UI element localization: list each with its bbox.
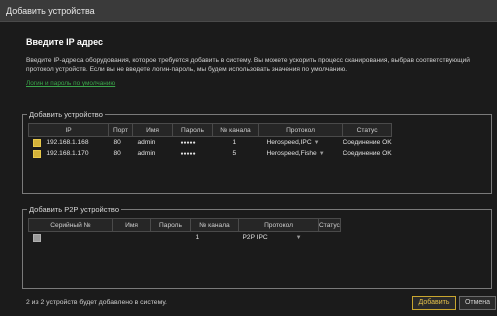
col-channel[interactable]: № канала — [190, 218, 239, 232]
col-name[interactable]: Имя — [112, 218, 151, 232]
col-protocol[interactable]: Протокол — [238, 218, 319, 232]
ip-device-table: IP Порт Имя Пароль № канала Протокол Ста… — [28, 123, 393, 159]
table-row[interactable]: 1 P2P IPC ▼ — [29, 232, 341, 244]
chevron-down-icon[interactable]: ▼ — [312, 140, 320, 146]
selection-summary: 2 из 2 устройств будет добавлено в систе… — [26, 299, 167, 306]
chevron-down-icon[interactable]: ▼ — [268, 235, 302, 241]
default-credentials-link[interactable]: Логин и пароль по умолчанию — [26, 80, 115, 87]
password-cell[interactable]: ●●●●● — [173, 148, 213, 159]
protocol-cell[interactable]: P2P IPC ▼ — [239, 232, 319, 244]
protocol-value: P2P IPC — [242, 234, 268, 241]
col-serial[interactable]: Серийный № — [28, 218, 113, 232]
col-status[interactable]: Статус — [318, 218, 341, 232]
status-cell: Соединение OK — [342, 139, 392, 146]
status-cell: Соединение OK — [342, 150, 392, 157]
col-protocol[interactable]: Протокол — [258, 123, 343, 137]
add-button[interactable]: Добавить — [412, 296, 456, 310]
p2p-device-table: Серийный № Имя Пароль № канала Протокол … — [28, 218, 341, 243]
chevron-down-icon[interactable]: ▼ — [317, 151, 325, 157]
ip-value: 192.168.1.170 — [46, 150, 89, 158]
channel-cell[interactable]: 1 — [191, 232, 239, 244]
protocol-cell[interactable]: Herospeed,Fishe ▼ — [259, 148, 343, 159]
add-device-group-title: Добавить устройство — [27, 109, 105, 120]
window-title: Добавить устройства — [0, 0, 497, 22]
row-checkbox[interactable] — [32, 233, 41, 242]
port-cell[interactable]: 80 — [109, 148, 133, 159]
add-p2p-group-title: Добавить P2P устройство — [27, 204, 121, 215]
col-password[interactable]: Пароль — [172, 123, 213, 137]
ip-value: 192.168.1.168 — [46, 139, 89, 147]
port-cell[interactable]: 80 — [109, 137, 133, 149]
ip-cell[interactable]: 192.168.1.168 — [29, 137, 109, 149]
add-p2p-device-group: Добавить P2P устройство Серийный № Имя П… — [22, 204, 492, 289]
page-heading: Введите IP адрес — [26, 37, 104, 47]
col-channel[interactable]: № канала — [212, 123, 259, 137]
name-cell[interactable] — [113, 232, 151, 244]
row-checkbox[interactable] — [32, 138, 41, 147]
ip-cell[interactable]: 192.168.1.170 — [29, 148, 109, 159]
description-text: Введите IP-адреса оборудования, которое … — [26, 57, 470, 73]
protocol-value: Herospeed,Fishe — [266, 150, 317, 157]
p2p-table-header: Серийный № Имя Пароль № канала Протокол … — [28, 218, 341, 232]
row-checkbox[interactable] — [32, 149, 41, 158]
protocol-value: Herospeed,IPC — [266, 139, 312, 146]
ip-table-header: IP Порт Имя Пароль № канала Протокол Ста… — [28, 123, 393, 137]
col-name[interactable]: Имя — [132, 123, 173, 137]
col-status[interactable]: Статус — [341, 123, 393, 137]
protocol-cell[interactable]: Herospeed,IPC ▼ — [259, 137, 343, 149]
password-cell[interactable]: ●●●●● — [173, 137, 213, 149]
add-device-group: Добавить устройство IP Порт Имя Пароль №… — [22, 109, 492, 194]
password-cell[interactable] — [151, 232, 191, 244]
table-row[interactable]: 192.168.1.168 80 admin ●●●●● 1 Herospeed… — [29, 137, 392, 149]
channel-cell[interactable]: 1 — [213, 137, 259, 149]
name-cell[interactable]: admin — [133, 148, 173, 159]
serial-cell[interactable] — [29, 232, 113, 244]
status-cell — [319, 232, 341, 244]
name-cell[interactable]: admin — [133, 137, 173, 149]
col-port[interactable]: Порт — [108, 123, 133, 137]
channel-cell[interactable]: 5 — [213, 148, 259, 159]
col-ip[interactable]: IP — [28, 123, 109, 137]
col-password[interactable]: Пароль — [150, 218, 191, 232]
cancel-button[interactable]: Отмена — [459, 296, 496, 310]
table-row[interactable]: 192.168.1.170 80 admin ●●●●● 5 Herospeed… — [29, 148, 392, 159]
